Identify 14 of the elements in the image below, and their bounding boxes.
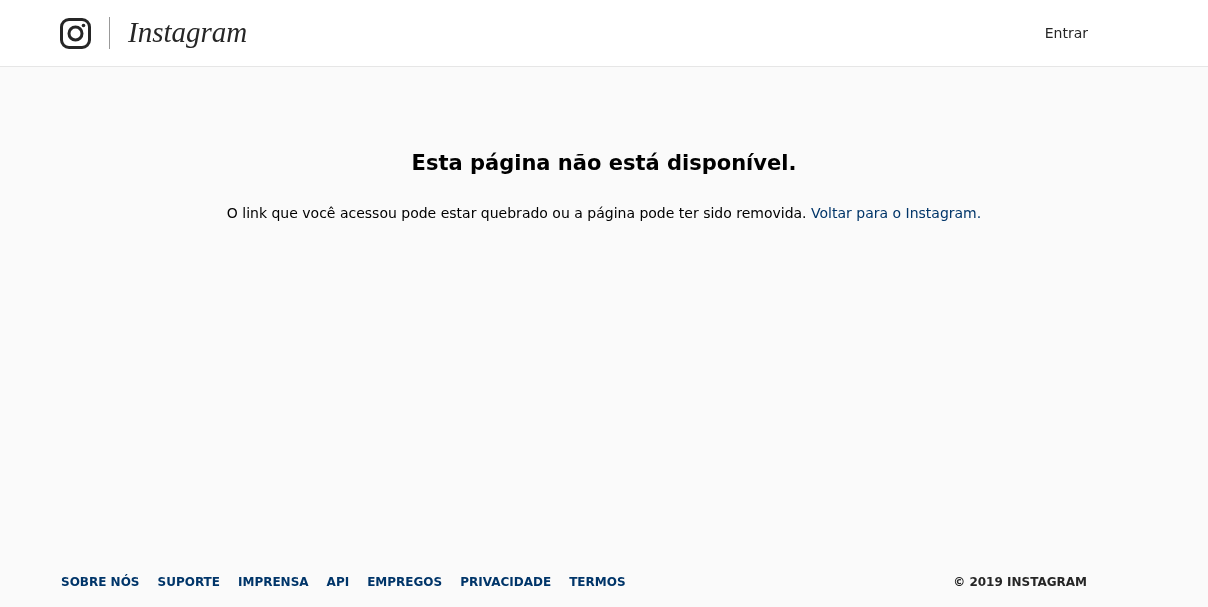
footer-link[interactable]: SUPORTE	[157, 575, 220, 589]
copyright-text: © 2019 INSTAGRAM	[953, 575, 1087, 589]
error-message: O link que você acessou pode estar quebrado ou a página pode ter sido removida. Voltar para o Instagram.	[226, 205, 982, 221]
camera-icon[interactable]	[60, 17, 91, 49]
footer-link[interactable]: TERMOS	[569, 575, 626, 589]
login-link[interactable]: Entrar	[1044, 25, 1088, 41]
error-title: Esta página não está disponível.	[411, 151, 797, 175]
footer-link[interactable]: PRIVACIDADE	[460, 575, 552, 589]
footer-link[interactable]: API	[326, 575, 350, 589]
footer-link[interactable]: EMPREGOS	[367, 575, 443, 589]
logo-wordmark[interactable]: Instagram	[128, 15, 248, 49]
back-link[interactable]: Voltar para o Instagram.	[811, 205, 982, 221]
footer-link[interactable]: SOBRE NÓS	[61, 575, 140, 589]
footer-link[interactable]: IMPRENSA	[237, 575, 309, 589]
